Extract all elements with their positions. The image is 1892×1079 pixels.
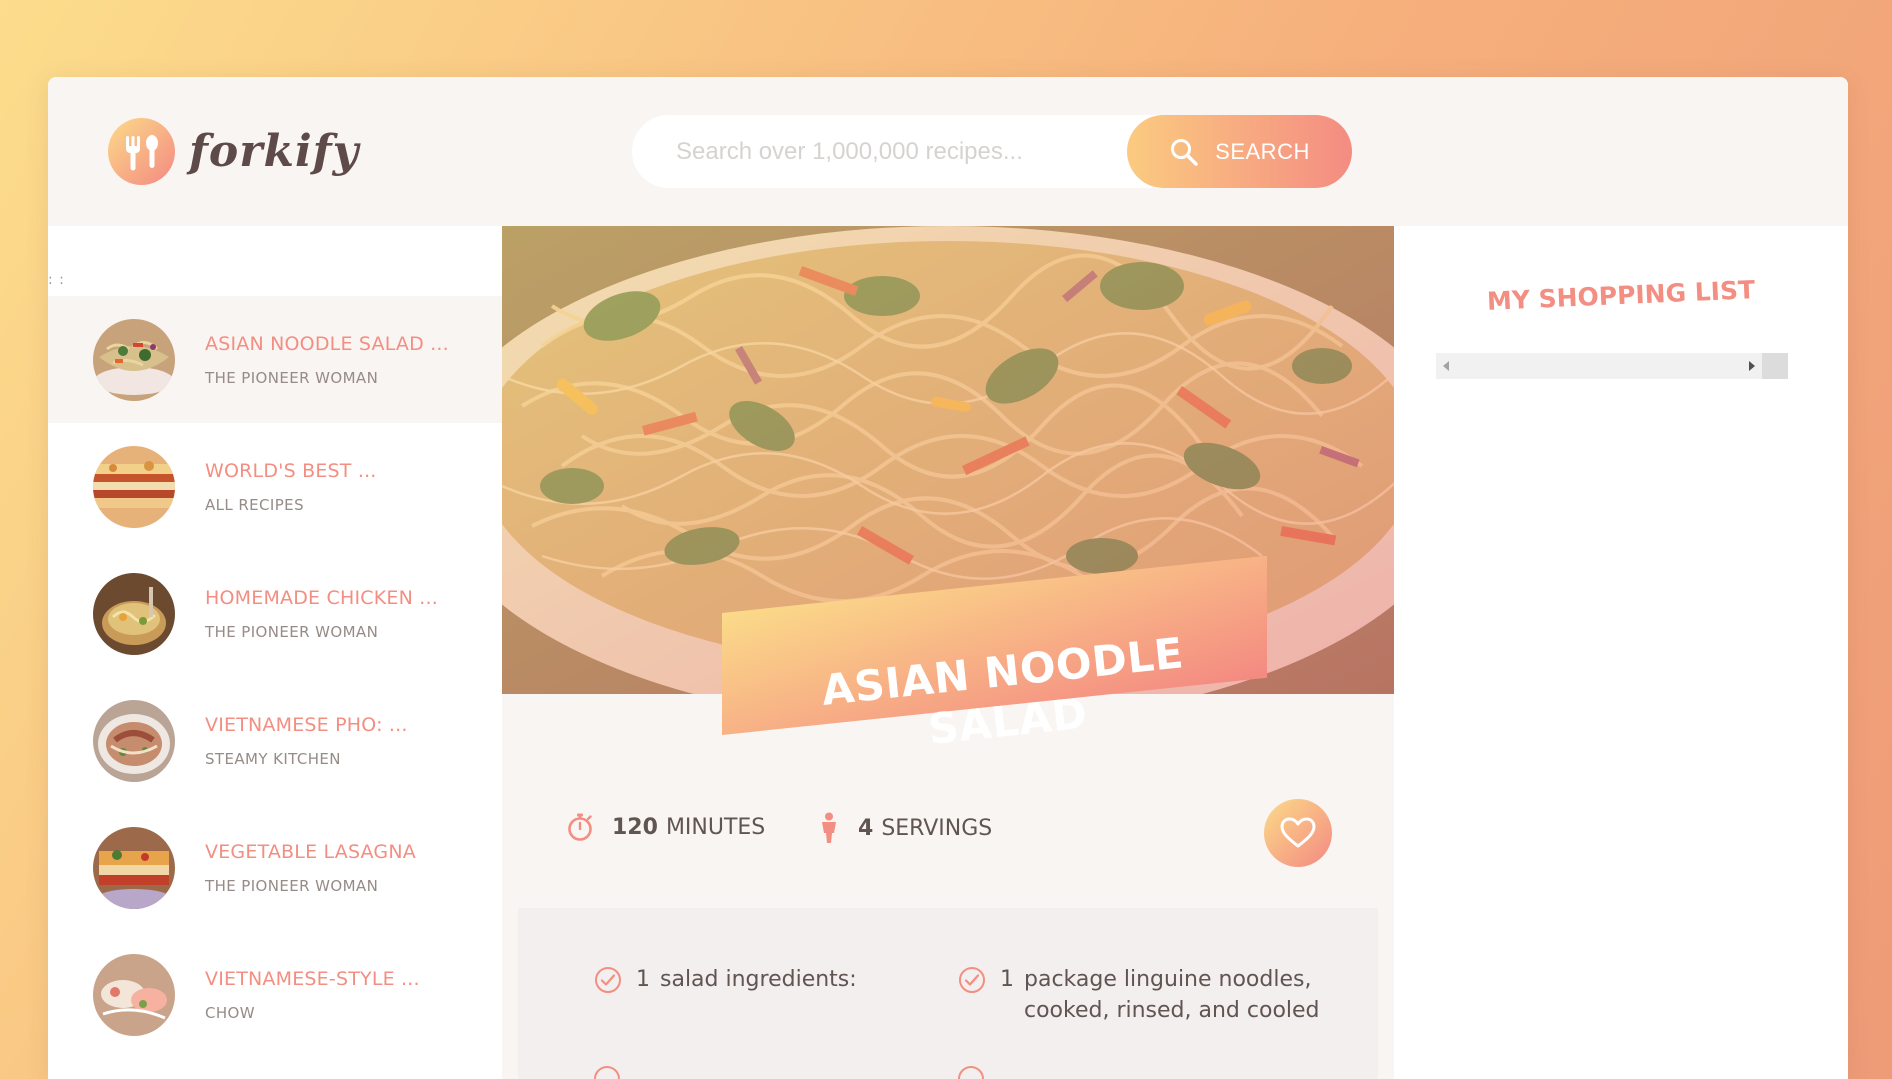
recipe-info-minutes: 120 Minutes	[566, 812, 765, 842]
scroll-thumb[interactable]	[1762, 353, 1788, 379]
recipe-servings-label: Servings	[881, 815, 993, 841]
result-item[interactable]: Vegetable Lasagna The Pioneer Woman	[48, 804, 502, 931]
ingredient-quantity: 1	[636, 967, 650, 992]
result-author: The Pioneer Woman	[205, 876, 379, 895]
recipe-info-servings: 4 Servings	[818, 812, 992, 844]
result-thumbnail	[93, 826, 175, 909]
search-results: : : Asian Noodle Salad ... The Pion	[48, 226, 502, 1079]
result-item[interactable]: Asian Noodle Salad ... The Pioneer Woman	[48, 296, 502, 423]
ingredient-item-partial	[594, 1066, 620, 1079]
person-icon	[818, 812, 840, 844]
result-item[interactable]: Homemade Chicken ... The Pioneer Woman	[48, 550, 502, 677]
results-marker: : :	[48, 272, 65, 288]
scroll-left-arrow-icon[interactable]	[1436, 353, 1456, 379]
ingredient-text: salad ingredients:	[660, 967, 857, 992]
recipe-servings: 4	[858, 815, 874, 841]
ingredient-item-partial	[958, 1066, 984, 1079]
result-author: Chow	[205, 1003, 255, 1022]
horizontal-scrollbar[interactable]	[1436, 353, 1788, 379]
logo[interactable]: forkify	[108, 118, 359, 185]
result-thumbnail	[93, 318, 175, 401]
result-author: All Recipes	[205, 495, 304, 514]
result-item[interactable]: World's Best ... All Recipes	[48, 423, 502, 550]
scroll-right-arrow-icon[interactable]	[1742, 353, 1762, 379]
ingredient-quantity: 1	[1000, 967, 1014, 992]
ingredient-text-continued: cooked, rinsed, and cooled	[1024, 998, 1320, 1023]
logo-text: forkify	[189, 126, 360, 177]
recipe: Asian Noodle Salad 120 Minutes	[502, 226, 1394, 1079]
ingredient-text: package linguine noodles,	[1024, 967, 1312, 992]
result-item[interactable]: Vietnamese Pho: ... Steamy Kitchen	[48, 677, 502, 804]
search-form: SEARCH	[632, 115, 1352, 188]
stopwatch-icon	[566, 812, 594, 842]
fork-spoon-icon	[108, 118, 175, 185]
result-title: Asian Noodle Salad ...	[205, 332, 449, 355]
result-thumbnail	[93, 699, 175, 782]
check-circle-icon	[958, 964, 986, 1026]
result-author: The Pioneer Woman	[205, 622, 379, 641]
result-thumbnail	[93, 445, 175, 528]
check-circle-icon	[594, 964, 622, 995]
result-title: Vietnamese-Style ...	[205, 967, 420, 990]
recipe-minutes: 120	[612, 814, 658, 840]
ingredient-item: 1 package linguine noodles, cooked, rins…	[958, 964, 1320, 1026]
result-thumbnail	[93, 572, 175, 655]
scroll-track[interactable]	[1456, 353, 1742, 379]
result-item[interactable]: Vietnamese-Style ... Chow	[48, 931, 502, 1058]
recipe-minutes-label: Minutes	[665, 814, 766, 840]
search-input[interactable]	[632, 115, 1127, 188]
result-author: The Pioneer Woman	[205, 368, 379, 387]
recipe-ingredients: 1 salad ingredients: 1 package linguine …	[518, 908, 1378, 1079]
heart-icon	[1280, 817, 1316, 849]
ingredient-item: 1 salad ingredients:	[594, 964, 857, 995]
search-button[interactable]: SEARCH	[1127, 115, 1352, 188]
result-title: Vietnamese Pho: ...	[205, 713, 408, 736]
favorite-button[interactable]	[1264, 799, 1332, 867]
app-container: forkify SEARCH : :	[48, 77, 1848, 1079]
shopping-list: My Shopping List	[1394, 226, 1848, 1079]
result-title: World's Best ...	[205, 459, 377, 482]
result-title: Vegetable Lasagna	[205, 840, 416, 863]
result-author: Steamy Kitchen	[205, 749, 341, 768]
search-icon	[1169, 137, 1199, 167]
shopping-list-title: My Shopping List	[1486, 275, 1756, 316]
search-button-label: SEARCH	[1215, 138, 1310, 164]
result-thumbnail	[93, 953, 175, 1036]
header: forkify SEARCH	[48, 77, 1848, 226]
result-title: Homemade Chicken ...	[205, 586, 438, 609]
